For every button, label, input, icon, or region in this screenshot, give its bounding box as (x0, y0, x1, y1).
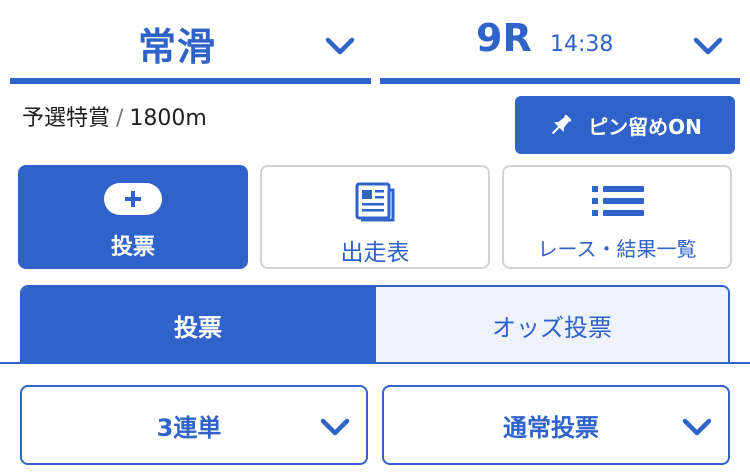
race-info-separator: / (116, 106, 124, 131)
nav-bet-button[interactable]: 投票 (18, 165, 248, 269)
chevron-down-icon (693, 36, 723, 56)
venue-select[interactable]: 常滑 (10, 0, 371, 84)
pin-icon (548, 112, 574, 138)
venue-name: 常滑 (138, 25, 217, 69)
race-number: 9R (476, 16, 532, 60)
chevron-down-icon (320, 417, 350, 437)
nav-entries-label: 出走表 (340, 240, 410, 266)
tab-bet[interactable]: 投票 (22, 287, 374, 363)
race-grade: 予選特賞 (22, 106, 111, 131)
race-distance: 1800m (129, 106, 207, 131)
tab-divider (0, 362, 750, 364)
nav-results-label: レース・結果一覧 (537, 237, 697, 261)
bet-type-value: 3連単 (156, 413, 222, 442)
venue-underline (10, 78, 371, 84)
nav-results-button[interactable]: レース・結果一覧 (502, 165, 732, 269)
plus-icon (104, 183, 162, 215)
bet-mode-select[interactable]: 通常投票 (382, 385, 730, 465)
bet-type-select[interactable]: 3連単 (20, 385, 368, 465)
nav-bet-label: 投票 (110, 235, 155, 260)
pin-button[interactable]: ピン留めON (515, 96, 735, 154)
list-icon (592, 185, 644, 221)
nav-entries-button[interactable]: 出走表 (260, 165, 490, 269)
chevron-down-icon (682, 417, 712, 437)
newspaper-icon (354, 181, 396, 227)
race-info: 予選特賞/1800m (22, 100, 207, 132)
race-select[interactable]: 9R 14:38 (380, 0, 740, 84)
bet-mode-value: 通常投票 (503, 413, 599, 442)
race-time: 14:38 (550, 32, 614, 57)
bet-tabs: 投票 オッズ投票 (20, 285, 730, 363)
race-underline (380, 78, 740, 84)
pin-button-label: ピン留めON (588, 114, 702, 139)
chevron-down-icon (325, 36, 355, 56)
tab-odds-bet[interactable]: オッズ投票 (374, 287, 728, 363)
